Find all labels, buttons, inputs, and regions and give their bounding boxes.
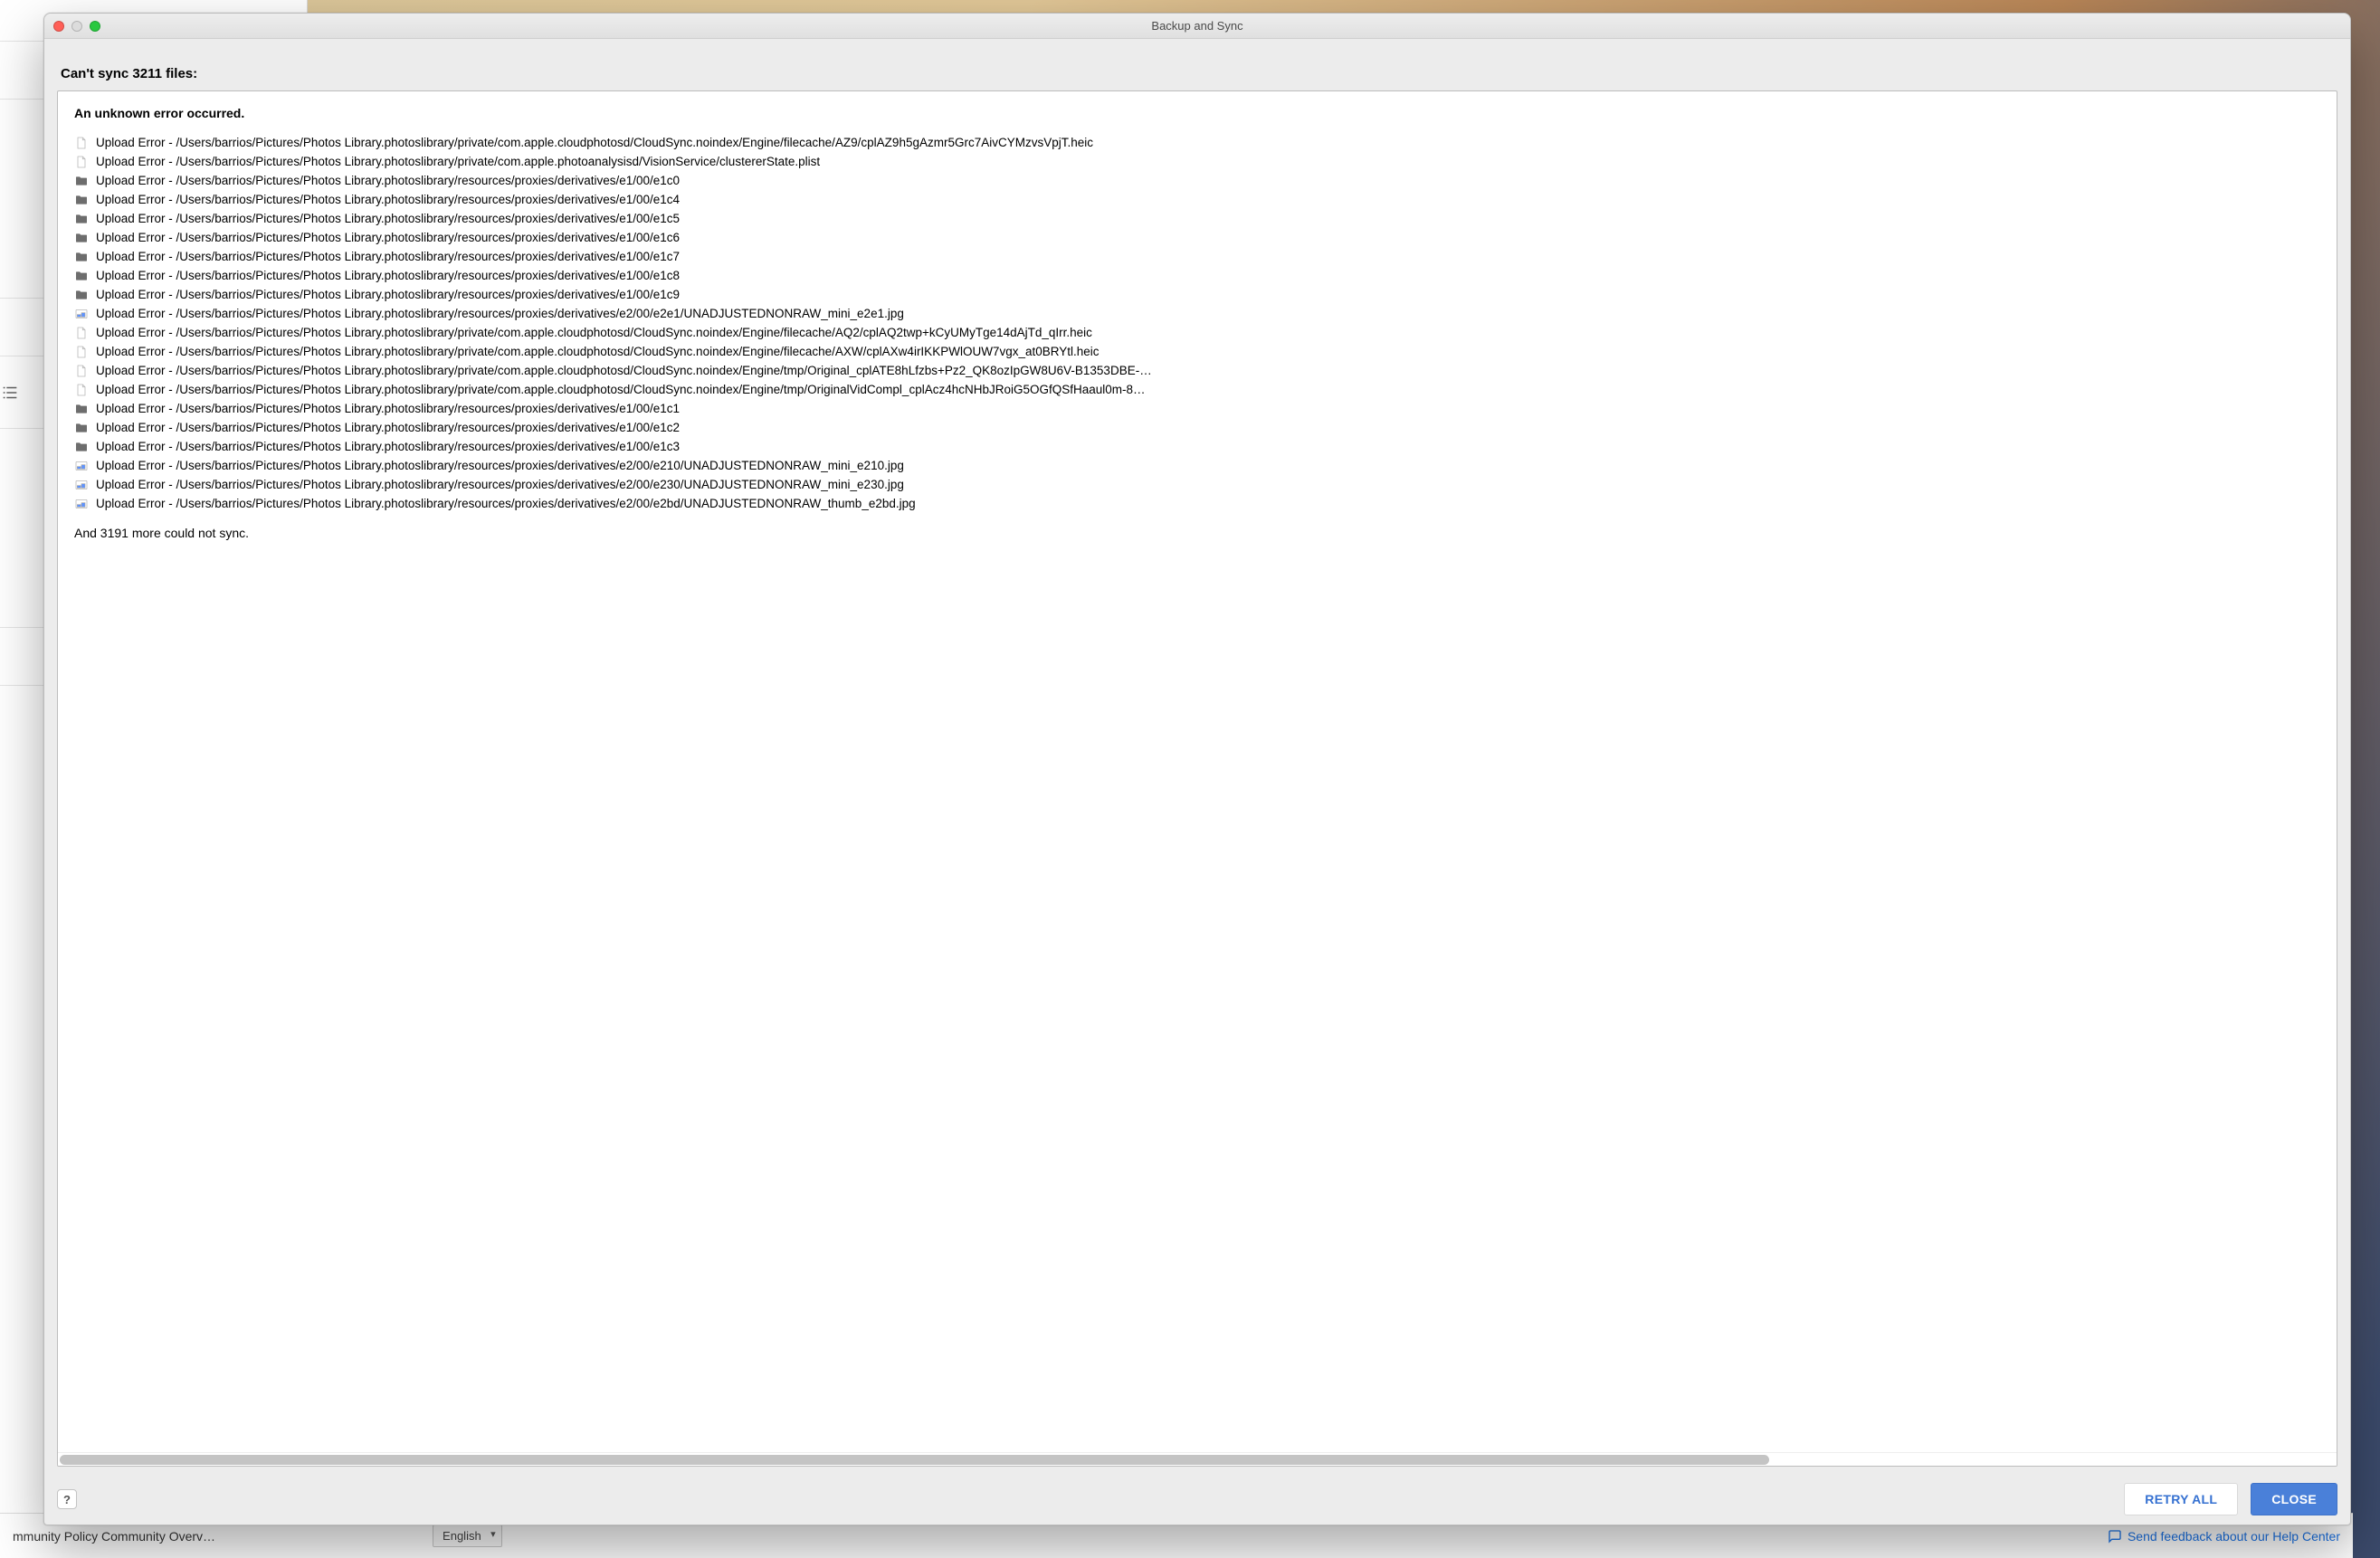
error-row[interactable]: Upload Error - /Users/barrios/Pictures/P… — [74, 228, 2320, 247]
error-row[interactable]: Upload Error - /Users/barrios/Pictures/P… — [74, 285, 2320, 304]
help-button[interactable]: ? — [57, 1489, 77, 1509]
feedback-label: Send feedback about our Help Center — [2128, 1529, 2340, 1544]
file-icon — [74, 383, 89, 397]
folder-icon — [74, 269, 89, 283]
error-text: Upload Error - /Users/barrios/Pictures/P… — [96, 304, 904, 323]
error-row[interactable]: Upload Error - /Users/barrios/Pictures/P… — [74, 418, 2320, 437]
close-button[interactable]: CLOSE — [2251, 1483, 2337, 1515]
horizontal-scrollbar[interactable] — [58, 1452, 2337, 1466]
error-row[interactable]: Upload Error - /Users/barrios/Pictures/P… — [74, 133, 2320, 152]
language-select[interactable]: English — [433, 1525, 502, 1547]
error-text: Upload Error - /Users/barrios/Pictures/P… — [96, 171, 680, 190]
folder-icon — [74, 231, 89, 245]
error-row[interactable]: Upload Error - /Users/barrios/Pictures/P… — [74, 342, 2320, 361]
error-text: Upload Error - /Users/barrios/Pictures/P… — [96, 342, 1100, 361]
error-text: Upload Error - /Users/barrios/Pictures/P… — [96, 209, 680, 228]
error-row[interactable]: Upload Error - /Users/barrios/Pictures/P… — [74, 494, 2320, 513]
folder-icon — [74, 288, 89, 302]
folder-icon — [74, 250, 89, 264]
error-text: Upload Error - /Users/barrios/Pictures/P… — [96, 418, 680, 437]
image-icon — [74, 307, 89, 321]
error-row[interactable]: Upload Error - /Users/barrios/Pictures/P… — [74, 399, 2320, 418]
folder-icon — [74, 440, 89, 454]
error-text: Upload Error - /Users/barrios/Pictures/P… — [96, 133, 1093, 152]
error-row[interactable]: Upload Error - /Users/barrios/Pictures/P… — [74, 323, 2320, 342]
bg-policy-text: mmunity Policy Community Overv… — [13, 1529, 215, 1544]
error-row[interactable]: Upload Error - /Users/barrios/Pictures/P… — [74, 380, 2320, 399]
error-text: Upload Error - /Users/barrios/Pictures/P… — [96, 380, 1146, 399]
file-icon — [74, 326, 89, 340]
error-row[interactable]: Upload Error - /Users/barrios/Pictures/P… — [74, 266, 2320, 285]
error-text: Upload Error - /Users/barrios/Pictures/P… — [96, 494, 916, 513]
error-row[interactable]: Upload Error - /Users/barrios/Pictures/P… — [74, 361, 2320, 380]
chat-icon — [2108, 1529, 2122, 1544]
error-text: Upload Error - /Users/barrios/Pictures/P… — [96, 266, 680, 285]
error-row[interactable]: Upload Error - /Users/barrios/Pictures/P… — [74, 152, 2320, 171]
error-text: Upload Error - /Users/barrios/Pictures/P… — [96, 323, 1092, 342]
file-icon — [74, 345, 89, 359]
error-panel: An unknown error occurred. Upload Error … — [57, 90, 2337, 1467]
more-could-not-sync: And 3191 more could not sync. — [74, 526, 2320, 540]
file-icon — [74, 155, 89, 169]
error-row[interactable]: Upload Error - /Users/barrios/Pictures/P… — [74, 209, 2320, 228]
folder-icon — [74, 174, 89, 188]
image-icon — [74, 459, 89, 473]
error-text: Upload Error - /Users/barrios/Pictures/P… — [96, 456, 904, 475]
titlebar[interactable]: Backup and Sync — [44, 14, 2350, 39]
error-text: Upload Error - /Users/barrios/Pictures/P… — [96, 475, 904, 494]
list-icon — [0, 383, 20, 403]
folder-icon — [74, 212, 89, 226]
error-row[interactable]: Upload Error - /Users/barrios/Pictures/P… — [74, 456, 2320, 475]
error-text: Upload Error - /Users/barrios/Pictures/P… — [96, 361, 1152, 380]
horizontal-scroll-thumb[interactable] — [60, 1455, 1769, 1465]
error-text: Upload Error - /Users/barrios/Pictures/P… — [96, 152, 820, 171]
error-heading: An unknown error occurred. — [74, 106, 2320, 120]
folder-icon — [74, 193, 89, 207]
error-text: Upload Error - /Users/barrios/Pictures/P… — [96, 399, 680, 418]
image-icon — [74, 497, 89, 511]
backup-and-sync-window: Backup and Sync Can't sync 3211 files: A… — [43, 13, 2351, 1525]
window-title: Backup and Sync — [44, 19, 2350, 33]
file-icon — [74, 364, 89, 378]
folder-icon — [74, 421, 89, 435]
dialog-footer: ? RETRY ALL CLOSE — [44, 1477, 2350, 1525]
image-icon — [74, 478, 89, 492]
folder-icon — [74, 402, 89, 416]
error-row[interactable]: Upload Error - /Users/barrios/Pictures/P… — [74, 171, 2320, 190]
error-text: Upload Error - /Users/barrios/Pictures/P… — [96, 437, 680, 456]
error-text: Upload Error - /Users/barrios/Pictures/P… — [96, 228, 680, 247]
cant-sync-heading: Can't sync 3211 files: — [44, 39, 2350, 90]
error-text: Upload Error - /Users/barrios/Pictures/P… — [96, 190, 680, 209]
error-panel-scroll[interactable]: An unknown error occurred. Upload Error … — [58, 91, 2337, 1452]
feedback-link[interactable]: Send feedback about our Help Center — [2108, 1529, 2340, 1544]
file-icon — [74, 136, 89, 150]
error-row[interactable]: Upload Error - /Users/barrios/Pictures/P… — [74, 437, 2320, 456]
error-text: Upload Error - /Users/barrios/Pictures/P… — [96, 285, 680, 304]
error-row[interactable]: Upload Error - /Users/barrios/Pictures/P… — [74, 247, 2320, 266]
error-row[interactable]: Upload Error - /Users/barrios/Pictures/P… — [74, 190, 2320, 209]
retry-all-button[interactable]: RETRY ALL — [2124, 1483, 2238, 1515]
error-text: Upload Error - /Users/barrios/Pictures/P… — [96, 247, 680, 266]
error-row[interactable]: Upload Error - /Users/barrios/Pictures/P… — [74, 304, 2320, 323]
error-row[interactable]: Upload Error - /Users/barrios/Pictures/P… — [74, 475, 2320, 494]
